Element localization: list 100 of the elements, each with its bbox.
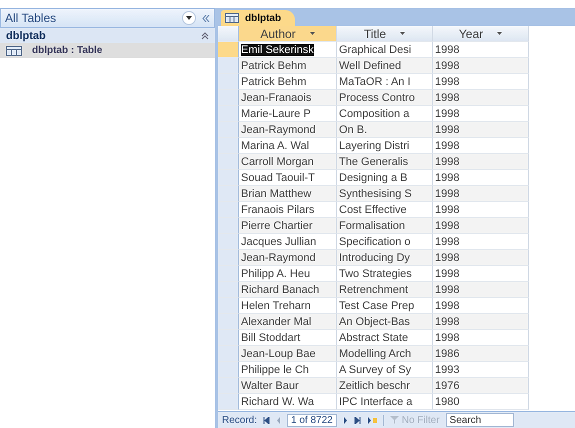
table-cell: Process Contro <box>339 92 415 104</box>
column-header[interactable]: Author <box>239 26 337 42</box>
first-record-icon[interactable] <box>263 416 270 424</box>
table-cell: On B. <box>339 124 368 136</box>
row-selector[interactable] <box>218 282 239 298</box>
row-selector[interactable] <box>218 234 239 250</box>
row-selector[interactable] <box>218 90 239 106</box>
row-selector[interactable] <box>218 58 239 74</box>
row-selector[interactable] <box>218 122 239 138</box>
last-record-icon[interactable] <box>354 416 361 424</box>
table-cell: Introducing Dy <box>339 252 410 264</box>
row-selector[interactable] <box>218 170 239 186</box>
collapse-icon[interactable] <box>202 14 210 22</box>
table-icon <box>6 46 22 56</box>
table-cell: Two Strategies <box>339 268 412 280</box>
row-selector[interactable] <box>218 266 239 282</box>
group-header[interactable]: dblptab <box>0 28 215 43</box>
table-cell: 1998 <box>435 44 460 56</box>
dropdown-icon[interactable] <box>400 32 406 35</box>
table-cell: 1998 <box>435 60 460 72</box>
filter-icon <box>390 416 399 424</box>
table-cell: MaTaOR : An I <box>339 76 411 88</box>
table-cell: 1998 <box>435 252 460 264</box>
row-selector[interactable] <box>218 362 239 378</box>
row-selector[interactable] <box>218 314 239 330</box>
row-selector[interactable] <box>218 218 239 234</box>
row-selector[interactable] <box>218 378 239 394</box>
table-cell: 1993 <box>435 364 460 376</box>
table-cell: 1986 <box>435 348 460 360</box>
table-cell: Modelling Arch <box>339 348 412 360</box>
table-cell: Jean-Raymond <box>241 124 316 136</box>
table-cell: Helen Treharn <box>241 300 311 312</box>
table-cell: Richard Banach <box>241 284 320 296</box>
row-selector[interactable] <box>218 106 239 122</box>
table-cell: 1998 <box>435 156 460 168</box>
row-selector[interactable] <box>218 186 239 202</box>
table-cell: Philipp A. Heu <box>241 268 310 280</box>
row-selector[interactable] <box>218 330 239 346</box>
table-cell: Pierre Chartier <box>241 220 313 232</box>
row-selector[interactable] <box>218 250 239 266</box>
table-cell: Jean-Raymond <box>241 252 316 264</box>
table-item[interactable]: dblptab : Table <box>0 43 215 58</box>
table-cell: Designing a B <box>339 172 408 184</box>
table-cell: 1998 <box>435 332 460 344</box>
table-cell: Philippe le Ch <box>241 364 309 376</box>
table-cell: Patrick Behm <box>241 76 306 88</box>
expand-chevron-icon[interactable] <box>201 32 209 40</box>
table-cell: 1998 <box>435 124 460 136</box>
row-selector[interactable] <box>218 74 239 90</box>
table-cell: Souad Taouil-T <box>241 172 315 184</box>
table-cell: 1998 <box>435 204 460 216</box>
table-cell: IPC Interface a <box>339 396 412 408</box>
record-position-field[interactable]: 1 of 8722 <box>287 414 337 426</box>
table-cell: 1998 <box>435 172 460 184</box>
table-cell: 1998 <box>435 92 460 104</box>
table-cell: Specification o <box>339 236 411 248</box>
table-cell: Synthesising S <box>339 188 412 200</box>
table-cell: The Generalis <box>339 156 408 168</box>
document-tab[interactable]: dblptab <box>221 10 296 26</box>
row-selector[interactable] <box>218 394 239 410</box>
table-cell: Alexander Mal <box>241 316 312 328</box>
table-cell: 1998 <box>435 140 460 152</box>
record-label: Record: <box>222 414 258 426</box>
dropdown-icon[interactable] <box>182 11 196 25</box>
row-selector[interactable] <box>218 346 239 362</box>
table-cell: 1980 <box>435 396 460 408</box>
table-cell: Patrick Behm <box>241 60 306 72</box>
group-name: dblptab <box>6 30 47 42</box>
table-cell: 1976 <box>435 380 460 392</box>
table-cell: 1998 <box>435 220 460 232</box>
table-cell: Bill Stoddart <box>241 332 300 344</box>
table-cell: A Survey of Sy <box>339 364 412 376</box>
row-selector[interactable] <box>218 138 239 154</box>
row-selector[interactable] <box>218 298 239 314</box>
column-header[interactable]: Title <box>337 26 433 42</box>
select-all-corner[interactable] <box>218 26 239 42</box>
dropdown-icon[interactable] <box>310 32 315 35</box>
row-selector[interactable] <box>218 154 239 170</box>
table-cell: 1998 <box>435 268 460 280</box>
row-selector[interactable] <box>218 202 239 218</box>
next-record-icon[interactable] <box>342 416 348 424</box>
table-cell: 1998 <box>435 284 460 296</box>
table-cell: Layering Distri <box>339 140 410 152</box>
table-cell: Jean-Loup Bae <box>241 348 316 360</box>
table-cell: Carroll Morgan <box>241 156 314 168</box>
previous-record-icon[interactable] <box>276 416 282 424</box>
table-cell: Retrenchment <box>339 284 408 296</box>
table-cell: Formalisation <box>339 220 406 232</box>
dropdown-icon[interactable] <box>497 32 502 35</box>
table-cell: Franaois Pilars <box>241 204 314 216</box>
search-field[interactable]: Search <box>446 413 514 427</box>
table-cell: Emil Sekerinsk <box>241 44 314 56</box>
table-cell: 1998 <box>435 300 460 312</box>
table-cell: An Object-Bas <box>339 316 410 328</box>
column-header[interactable]: Year <box>433 26 529 42</box>
table-cell: Jacques Jullian <box>241 236 316 248</box>
table-icon <box>225 13 239 23</box>
row-selector[interactable] <box>218 42 239 58</box>
table-cell: Jean-Franaois <box>241 92 312 104</box>
new-record-icon[interactable] <box>366 416 377 424</box>
